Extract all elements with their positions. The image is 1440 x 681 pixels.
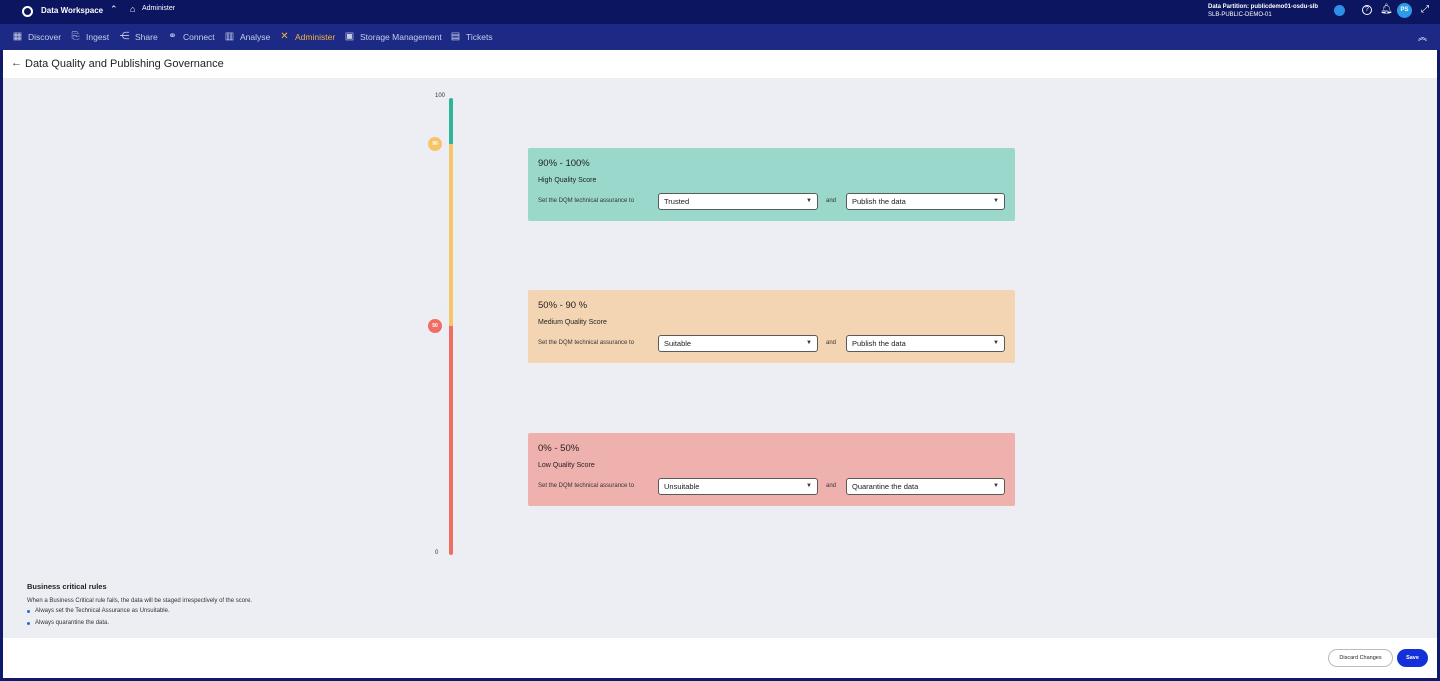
bell-icon[interactable]: 🔔︎	[1380, 4, 1393, 15]
high-quality-card: 90% - 100% High Quality Score Set the DQ…	[528, 148, 1015, 221]
governance-content: 100 90 50 0 90% - 100% High Quality Scor…	[3, 78, 1437, 638]
threshold-marker-50[interactable]: 50	[428, 319, 442, 333]
score-range: 0% - 50%	[538, 443, 580, 454]
threshold-marker-90[interactable]: 90	[428, 137, 442, 151]
nav-item-administer[interactable]: ✕ Administer	[279, 31, 335, 42]
home-icon[interactable]: ⌂	[130, 4, 135, 14]
nav-label: Ingest	[86, 31, 110, 42]
action-value: Publish the data	[852, 197, 906, 206]
and-label: and	[826, 198, 837, 204]
connect-icon: ⚭	[168, 31, 177, 42]
nav-label: Tickets	[466, 31, 493, 42]
nav-item-storage-management[interactable]: ▣ Storage Management	[344, 31, 442, 42]
list-item: Always quarantine the data.	[27, 620, 109, 626]
action-select[interactable]: Publish the data ▼	[846, 193, 1005, 210]
list-item: Always set the Technical Assurance as Un…	[27, 608, 170, 614]
back-arrow-icon[interactable]: ←	[11, 57, 22, 69]
main-nav: ▦ Discover ⎘ Ingest ⋲ Share ⚭ Connect ▥ …	[0, 24, 1440, 50]
footer-actions: Discard Changes Save	[3, 638, 1437, 678]
nav-label: Administer	[295, 31, 336, 42]
avatar[interactable]: PS	[1397, 3, 1412, 18]
breadcrumb[interactable]: Administer	[142, 5, 175, 12]
assurance-prompt: Set the DQM technical assurance to	[538, 483, 635, 489]
assurance-value: Suitable	[664, 339, 692, 348]
action-value: Publish the data	[852, 339, 906, 348]
page-title: Data Quality and Publishing Governance	[25, 58, 224, 70]
and-label: and	[826, 340, 837, 346]
partition-label: Data Partition: publicdemo01-osdu-slb	[1208, 4, 1319, 10]
business-rules-title: Business critical rules	[27, 582, 107, 591]
globe-icon[interactable]	[1334, 5, 1345, 16]
score-range: 90% - 100%	[538, 158, 590, 169]
rule-text: Always quarantine the data.	[35, 620, 110, 626]
scale-bottom-label: 0	[435, 550, 439, 556]
data-partition-info[interactable]: Data Partition: publicdemo01-osdu-slb SL…	[1208, 3, 1318, 19]
and-label: and	[826, 483, 837, 489]
action-select[interactable]: Publish the data ▼	[846, 335, 1005, 352]
assurance-value: Trusted	[664, 197, 690, 206]
caret-down-icon: ▼	[993, 340, 999, 346]
nav-label: Storage Management	[360, 31, 442, 42]
nav-item-share[interactable]: ⋲ Share	[119, 31, 158, 42]
nav-item-discover[interactable]: ▦ Discover	[12, 31, 61, 42]
nav-label: Analyse	[240, 31, 271, 42]
scale-top-label: 100	[435, 93, 446, 99]
nav-label: Connect	[183, 31, 215, 42]
app-title[interactable]: Data Workspace	[41, 6, 103, 15]
action-select[interactable]: Quarantine the data ▼	[846, 478, 1005, 495]
assurance-prompt: Set the DQM technical assurance to	[538, 198, 635, 204]
share-icon: ⋲	[119, 31, 130, 42]
assurance-select[interactable]: Suitable ▼	[658, 335, 818, 352]
assurance-select[interactable]: Unsuitable ▼	[658, 478, 818, 495]
scale-segment-low	[449, 326, 453, 555]
top-bar: Data Workspace ⌃ ⌂ Administer Data Parti…	[0, 0, 1440, 24]
bullet-icon	[27, 621, 30, 625]
low-quality-card: 0% - 50% Low Quality Score Set the DQM t…	[528, 433, 1015, 506]
quality-scale	[449, 98, 453, 555]
assurance-value: Unsuitable	[664, 482, 700, 491]
score-label: Low Quality Score	[538, 462, 595, 469]
rule-text: Always set the Technical Assurance as Un…	[35, 608, 170, 614]
score-label: High Quality Score	[538, 177, 597, 184]
score-label: Medium Quality Score	[538, 319, 607, 326]
nav-item-tickets[interactable]: ▤ Tickets	[450, 31, 493, 42]
analyse-icon: ▥	[224, 31, 235, 42]
nav-label: Share	[135, 31, 158, 42]
assurance-select[interactable]: Trusted ▼	[658, 193, 818, 210]
help-icon[interactable]: ?	[1362, 5, 1372, 15]
nav-item-analyse[interactable]: ▥ Analyse	[224, 31, 270, 42]
assurance-prompt: Set the DQM technical assurance to	[538, 340, 635, 346]
business-rules-description: When a Business Critical rule fails, the…	[27, 598, 253, 604]
storage-icon: ▣	[344, 31, 355, 42]
partition-sub: SLB-PUBLIC-DEMO-01	[1208, 12, 1272, 18]
chevron-up-icon[interactable]: ⌃	[110, 4, 118, 15]
nav-item-connect[interactable]: ⚭ Connect	[167, 31, 215, 42]
caret-down-icon: ▼	[993, 198, 999, 204]
administer-icon: ✕	[280, 31, 289, 42]
expand-icon[interactable]: ⤢	[1421, 4, 1429, 15]
action-value: Quarantine the data	[852, 482, 919, 491]
scale-segment-medium	[449, 144, 453, 326]
caret-down-icon: ▼	[806, 198, 812, 204]
discard-changes-button[interactable]: Discard Changes	[1328, 649, 1393, 667]
nav-item-ingest[interactable]: ⎘ Ingest	[70, 31, 110, 42]
scale-segment-high	[449, 98, 453, 144]
page-header: ← Data Quality and Publishing Governance	[3, 50, 1437, 78]
tickets-icon: ▤	[450, 31, 461, 42]
caret-down-icon: ▼	[806, 340, 812, 346]
caret-down-icon: ▼	[806, 483, 812, 489]
collapse-nav-icon[interactable]: ︽	[1418, 30, 1427, 43]
bullet-icon	[27, 609, 30, 613]
nav-label: Discover	[28, 31, 62, 42]
save-button[interactable]: Save	[1397, 649, 1428, 667]
score-range: 50% - 90 %	[538, 300, 588, 311]
app-logo-icon[interactable]	[22, 6, 33, 17]
medium-quality-card: 50% - 90 % Medium Quality Score Set the …	[528, 290, 1015, 363]
caret-down-icon: ▼	[993, 483, 999, 489]
grid-icon: ▦	[12, 31, 23, 42]
ingest-icon: ⎘	[71, 31, 80, 42]
